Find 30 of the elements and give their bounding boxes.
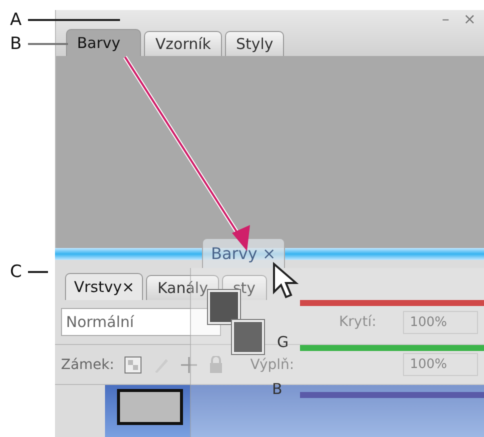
background-swatch[interactable] xyxy=(232,320,264,354)
fill-label: Výplň: xyxy=(250,356,294,372)
move-icon[interactable] xyxy=(180,356,198,374)
leader-line xyxy=(28,271,48,273)
panel-tab[interactable]: Vrstvy× xyxy=(65,273,144,300)
opacity-label: Krytí: xyxy=(339,314,376,330)
panel-tab[interactable]: Kanály xyxy=(146,275,219,300)
panel-tab[interactable]: Vzorník xyxy=(144,31,222,56)
color-slider[interactable] xyxy=(300,345,484,351)
callout-label: B xyxy=(10,34,22,54)
fill-field[interactable]: 100% xyxy=(402,353,478,376)
panel-tab[interactable]: Styly xyxy=(224,31,284,56)
lock-icon[interactable] xyxy=(208,356,224,374)
blend-mode-dropdown[interactable]: Normální xyxy=(61,308,221,336)
callout-label: C xyxy=(10,262,22,282)
channel-label: G xyxy=(277,333,289,351)
lock-label: Zámek: xyxy=(61,356,114,372)
opacity-field[interactable]: 100% xyxy=(402,310,478,334)
leader-line xyxy=(28,43,68,45)
channel-label: B xyxy=(272,380,282,398)
panel-tab[interactable]: Barvy xyxy=(66,29,142,56)
checkerboard-icon[interactable] xyxy=(124,356,142,374)
minimize-button[interactable]: – xyxy=(440,10,452,28)
color-slider[interactable] xyxy=(300,392,484,398)
dragged-tab[interactable]: Barvy × xyxy=(202,238,285,268)
close-button[interactable]: × xyxy=(461,10,478,28)
layer-row[interactable] xyxy=(105,385,484,437)
color-slider[interactable] xyxy=(300,300,484,306)
layer-thumbnail xyxy=(117,389,183,425)
callout-label: A xyxy=(10,10,22,30)
